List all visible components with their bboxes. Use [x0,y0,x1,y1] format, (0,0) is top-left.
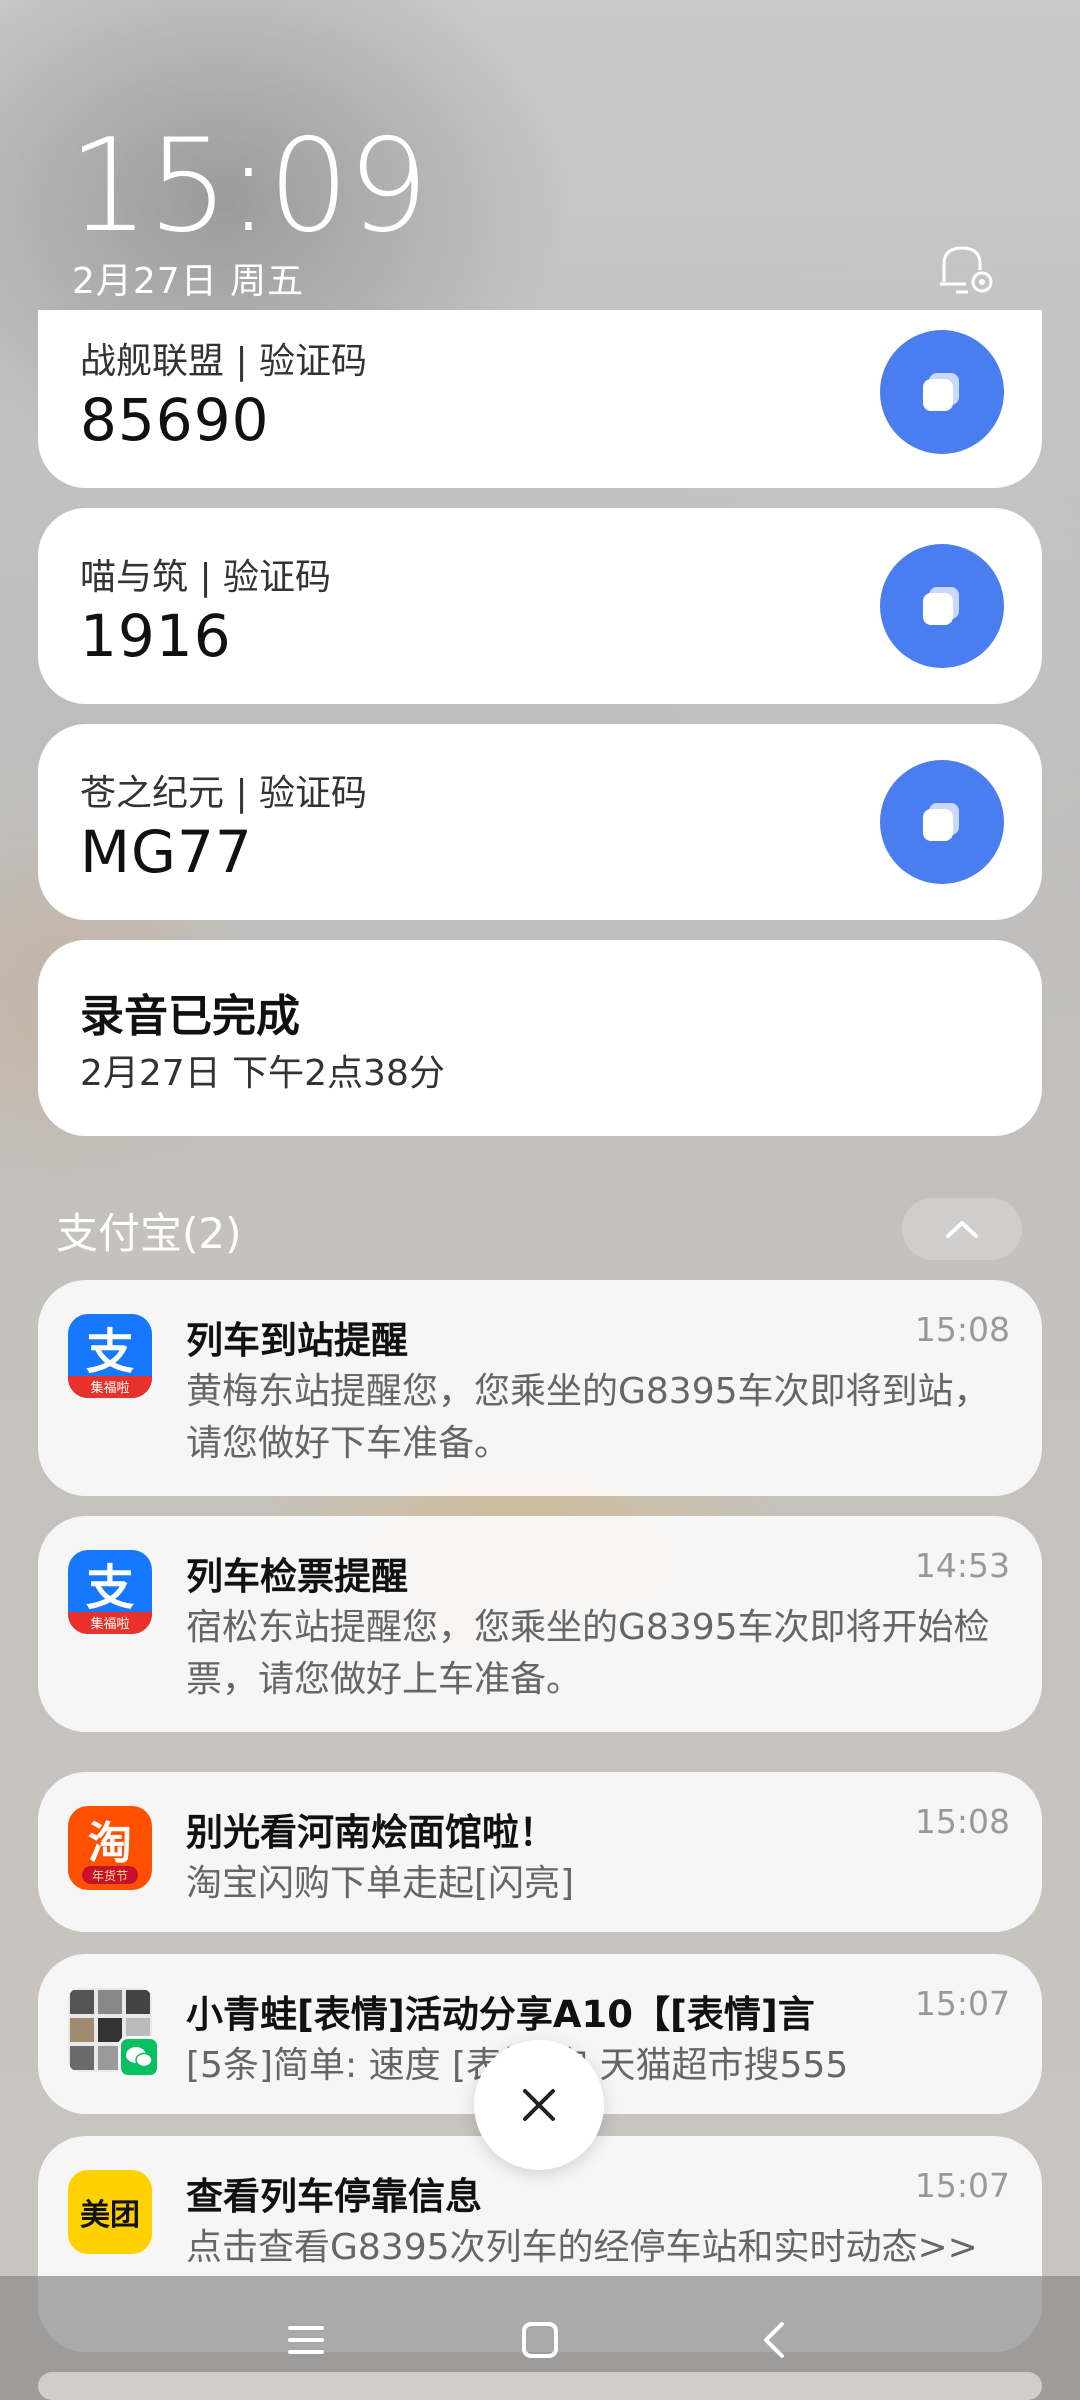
menu-icon [288,2326,324,2354]
copy-icon [923,587,959,625]
lockscreen-clock: 15:09 [68,112,429,261]
alipay-icon: 支 集福啦 [68,1314,152,1398]
notification-body: 宿松东站提醒您，您乘坐的G8395车次即将开始检票，请您做好上车准备。 [186,1607,990,1700]
taobao-glyph: 淘 [88,1818,132,1869]
otp-sender-label: 苍之纪元 | 验证码 [80,773,368,814]
alipay-badge-text: 集福啦 [90,1380,129,1396]
back-icon [764,2322,784,2358]
notification-title: 列车到站提醒 [186,1319,408,1362]
back-button[interactable] [744,2312,804,2368]
notification-title: 列车检票提醒 [186,1555,408,1598]
alipay-icon: 支 集福啦 [68,1550,152,1634]
notification-item[interactable]: 淘 年货节 别光看河南烩面馆啦！ 15:08 淘宝闪购下单走起[闪亮] [38,1772,1042,1932]
notification-time: 15:08 [914,1310,1010,1349]
meituan-glyph: 美团 [80,2198,140,2233]
next-notification-peek [38,2372,1042,2400]
svg-text:支: 支 [86,1324,134,1380]
notification-body: 点击查看G8395次列车的经停车站和实时动态>> [186,2227,978,2268]
otp-card[interactable]: 苍之纪元 | 验证码 MG77 [38,724,1042,920]
notification-time: 15:07 [914,1984,1010,2023]
otp-sender-label: 喵与筑 | 验证码 [80,557,332,598]
notification-item[interactable]: 支 集福啦 列车到站提醒 15:08 黄梅东站提醒您，您乘坐的G8395车次即将… [38,1280,1042,1496]
home-icon [522,2322,558,2358]
collapse-group-button[interactable] [902,1198,1022,1260]
close-icon [523,2089,555,2121]
notification-item[interactable]: 支 集福啦 列车检票提醒 14:53 宿松东站提醒您，您乘坐的G8395车次即将… [38,1516,1042,1732]
otp-card[interactable]: 喵与筑 | 验证码 1916 [38,508,1042,704]
copy-code-button[interactable] [880,544,1004,668]
otp-code: 1916 [80,602,232,670]
recording-title: 录音已完成 [80,991,300,1042]
menu-button[interactable] [276,2312,336,2368]
notification-body: 黄梅东站提醒您，您乘坐的G8395车次即将到站，请您做好下车准备。 [186,1371,990,1464]
notification-body: 淘宝闪购下单走起[闪亮] [186,1863,575,1904]
copy-icon [923,803,959,841]
notification-group-title: 支付宝(2) [56,1209,242,1258]
copy-icon [923,373,959,411]
otp-sender-label: 战舰联盟 | 验证码 [80,341,368,382]
notification-settings-icon[interactable] [936,240,1000,300]
lockscreen-date: 2月27日 周五 [72,261,305,302]
meituan-icon: 美团 [68,2170,152,2254]
notification-time: 14:53 [914,1546,1010,1585]
notification-title: 查看列车停靠信息 [186,2175,482,2218]
copy-code-button[interactable] [880,330,1004,454]
notification-time: 15:08 [914,1802,1010,1841]
otp-code: MG77 [80,818,253,886]
home-button[interactable] [510,2312,570,2368]
otp-card[interactable]: 战舰联盟 | 验证码 85690 [38,310,1042,488]
wechat-icon [118,2036,160,2078]
chevron-up-icon [946,1221,978,1238]
alipay-badge-text: 集福啦 [90,1616,129,1632]
recording-complete-card[interactable]: 录音已完成 2月27日 下午2点38分 [38,940,1042,1136]
notification-title: 小青蛙[表情]活动分享A10【[表情]言 [186,1993,815,2036]
copy-code-button[interactable] [880,760,1004,884]
taobao-icon: 淘 年货节 [68,1806,152,1890]
recording-time: 2月27日 下午2点38分 [80,1053,445,1094]
clear-all-button[interactable] [474,2040,604,2170]
otp-code: 85690 [80,386,270,454]
svg-text:支: 支 [86,1560,134,1616]
notification-time: 15:07 [914,2166,1010,2205]
taobao-badge-text: 年货节 [92,1868,128,1883]
notification-title: 别光看河南烩面馆啦！ [186,1811,556,1854]
